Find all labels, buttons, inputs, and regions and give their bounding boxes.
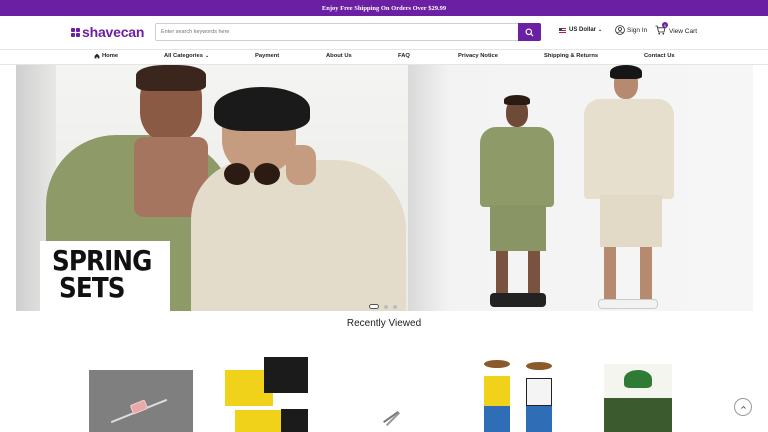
search-input[interactable]	[156, 24, 518, 40]
logo-mark-icon	[71, 27, 80, 37]
model-hair-1	[136, 65, 206, 91]
model-hair-3	[504, 95, 530, 105]
nav-home-label: Home	[102, 53, 119, 59]
search-box	[155, 23, 541, 41]
recently-viewed-title: Recently Viewed	[346, 318, 422, 329]
badge-line-1: SPRING	[52, 244, 152, 277]
search-button[interactable]	[518, 23, 541, 41]
search-icon	[525, 27, 534, 37]
nav-all-categories[interactable]: All Categories ⌄	[164, 53, 209, 59]
cart-count-badge: 0	[662, 22, 668, 28]
nav-payment[interactable]: Payment	[255, 53, 279, 59]
logo-text: shavecan	[82, 24, 145, 40]
product-fuel-filter[interactable]	[89, 370, 193, 432]
carousel-dot-3[interactable]	[393, 304, 397, 309]
cowboy-vest-1	[484, 376, 510, 406]
currency-label: US Dollar	[569, 27, 597, 33]
product-seed-pack[interactable]	[604, 364, 672, 432]
nav-shipping[interactable]: Shipping & Returns	[544, 53, 598, 59]
nav-contact[interactable]: Contact Us	[644, 53, 675, 59]
model-shoes-4	[598, 299, 658, 309]
nav-about-label: About Us	[326, 53, 352, 59]
cart-link[interactable]: 0 View Cart	[655, 22, 698, 37]
cloth-yellow-2	[235, 410, 283, 432]
chevron-down-icon: ⌄	[204, 53, 210, 59]
nav-privacy-label: Privacy Notice	[458, 53, 498, 59]
nav-privacy[interactable]: Privacy Notice	[458, 53, 498, 59]
nav-faq[interactable]: FAQ	[398, 53, 410, 59]
model-shoes-3	[490, 293, 546, 307]
cowboy-jeans-1	[484, 406, 510, 432]
cowboy-hat-2	[526, 362, 552, 370]
seed-pack-band	[604, 398, 672, 432]
cowboy-hat-1	[484, 360, 510, 368]
model-leg-left-4	[604, 247, 616, 303]
model-cream-set-shorts	[600, 195, 662, 247]
announcement-bar: Enjoy Free Shipping On Orders Over $29.9…	[0, 0, 768, 16]
spring-sets-badge: SPRING SETS	[40, 241, 170, 311]
user-icon	[615, 25, 625, 35]
tree-logo-icon	[624, 370, 652, 388]
main-nav: Home All Categories ⌄ Payment About Us F…	[0, 49, 768, 65]
chevron-down-icon: ⌄	[598, 27, 603, 33]
carousel-dots	[369, 304, 402, 309]
model-olive-set-top	[480, 127, 554, 207]
cowboy-jeans-2	[526, 406, 552, 432]
announcement-text: Enjoy Free Shipping On Orders Over $29.9…	[321, 4, 447, 12]
nav-home[interactable]: Home	[94, 53, 118, 59]
signin-label: Sign In	[627, 26, 648, 34]
home-icon	[94, 53, 100, 59]
hero-image-right	[408, 65, 753, 311]
chevron-up-icon	[740, 405, 746, 409]
hero-image-left: SPRING SETS	[16, 65, 408, 311]
carousel-dot-2[interactable]	[384, 304, 388, 309]
nav-faq-label: FAQ	[398, 53, 410, 59]
us-flag-icon	[559, 27, 566, 33]
logo[interactable]: shavecan	[71, 24, 144, 40]
model-hair-4	[610, 65, 642, 79]
model-olive-set-shorts	[490, 205, 546, 251]
product-cowboy-costumes[interactable]	[478, 360, 560, 432]
site-header: shavecan US Dollar ⌄ Sign In 0	[0, 16, 768, 49]
product-metal-pins[interactable]	[378, 410, 406, 426]
product-libretto-cloths[interactable]	[225, 357, 308, 432]
nav-contact-label: Contact Us	[644, 53, 675, 59]
cart-label: View Cart	[669, 27, 698, 35]
model-hair-2	[214, 87, 310, 131]
badge-line-2: SETS	[59, 271, 125, 304]
nav-categories-label: All Categories	[164, 53, 203, 59]
back-to-top-button[interactable]	[734, 398, 752, 416]
cloth-black-2	[281, 409, 308, 432]
hero-banner[interactable]: SPRING SETS	[16, 65, 753, 311]
nav-payment-label: Payment	[255, 53, 280, 59]
model-leg-right	[528, 251, 540, 299]
model-hand	[286, 145, 316, 185]
model-leg-right-4	[640, 247, 652, 303]
carousel-dot-1[interactable]	[369, 304, 379, 309]
sunglasses-lens-left	[224, 163, 250, 185]
model-cream-set-top	[584, 99, 674, 199]
filter-body	[129, 399, 149, 415]
cloth-black	[264, 357, 308, 393]
currency-selector[interactable]: US Dollar ⌄	[559, 27, 602, 33]
model-leg-left	[496, 251, 508, 299]
nav-about[interactable]: About Us	[326, 53, 352, 59]
signin-link[interactable]: Sign In	[615, 25, 647, 35]
sunglasses-lens-right	[254, 163, 280, 185]
cowboy-vest-2	[526, 378, 552, 406]
nav-shipping-label: Shipping & Returns	[544, 53, 599, 59]
